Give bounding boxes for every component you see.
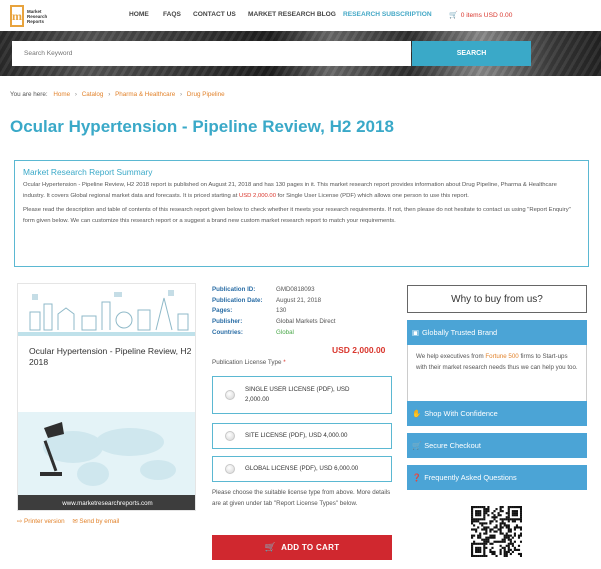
breadcrumb: You are here: Home › Catalog › Pharma & … bbox=[10, 91, 225, 98]
breadcrumb-catalog[interactable]: Catalog bbox=[82, 91, 104, 98]
cart-icon: 🛒 bbox=[264, 542, 277, 552]
license-option-label: SINGLE USER LICENSE (PDF), USD 2,000.00 bbox=[245, 386, 350, 403]
detail-row: Countries: Global bbox=[212, 329, 294, 337]
breadcrumb-prefix: You are here: bbox=[10, 91, 48, 98]
printer-version-link[interactable]: Printer version bbox=[24, 518, 65, 525]
cover-title: Ocular Hypertension - Pipeline Review, H… bbox=[29, 346, 192, 367]
detail-row: Publication Date: August 21, 2018 bbox=[212, 296, 322, 304]
detail-row: Publication ID: GMD0818093 bbox=[212, 285, 315, 293]
license-option-site[interactable]: SITE LICENSE (PDF), USD 4,000.00 bbox=[212, 423, 392, 449]
badge-icon: ▣ bbox=[412, 328, 419, 337]
summary-paragraph-1: Ocular Hypertension - Pipeline Review, H… bbox=[23, 182, 557, 199]
printer-icon: ⇨ bbox=[17, 518, 23, 525]
faq-tab[interactable]: ❓ Frequently Asked Questions bbox=[407, 465, 587, 490]
publication-details: Publication ID: GMD0818093 Publication Da… bbox=[212, 284, 336, 338]
cover-url: www.marketresearchreports.com bbox=[18, 495, 195, 510]
license-option-label: GLOBAL LICENSE (PDF), USD 6,000.00 bbox=[245, 465, 359, 472]
detail-row: Publisher: Global Markets Direct bbox=[212, 318, 336, 326]
report-summary: Market Research Report Summary Ocular Hy… bbox=[14, 160, 589, 267]
radio-button[interactable] bbox=[225, 431, 235, 441]
logo-text: Market Research Reports bbox=[27, 8, 48, 24]
globally-trusted-brand-content: We help executives from Fortune 500 firm… bbox=[407, 345, 587, 402]
nav-research-subscription[interactable]: RESEARCH SUBSCRIPTION bbox=[343, 11, 432, 18]
nav-faqs[interactable]: FAQS bbox=[163, 11, 181, 18]
license-option-label: SITE LICENSE (PDF), USD 4,000.00 bbox=[245, 432, 348, 439]
license-option-single[interactable]: SINGLE USER LICENSE (PDF), USD 2,000.00 bbox=[212, 376, 392, 414]
globally-trusted-brand-tab[interactable]: ▣ Globally Trusted Brand bbox=[407, 320, 587, 345]
cart-text: 0 items USD 0.00 bbox=[460, 12, 513, 19]
license-option-global[interactable]: GLOBAL LICENSE (PDF), USD 6,000.00 bbox=[212, 456, 392, 482]
thumbs-up-icon: ✋ bbox=[412, 409, 422, 418]
breadcrumb-home[interactable]: Home bbox=[53, 91, 70, 98]
top-navigation: m Market Research Reports HOME FAQS CONT… bbox=[0, 0, 601, 31]
cart-icon: 🛒 bbox=[412, 441, 422, 450]
image-divider bbox=[18, 332, 195, 336]
search-input[interactable] bbox=[12, 41, 411, 66]
detail-row: Pages: 130 bbox=[212, 307, 287, 315]
nav-market-research-blog[interactable]: MARKET RESEARCH BLOG bbox=[248, 11, 336, 18]
license-type-label: Publication License Type * bbox=[212, 359, 286, 366]
secure-checkout-tab[interactable]: 🛒 Secure Checkout bbox=[407, 433, 587, 458]
radio-button[interactable] bbox=[225, 390, 235, 400]
action-links: ⇨ Printer version ✉ Send by email bbox=[17, 518, 119, 525]
license-note: Please choose the suitable license type … bbox=[212, 489, 391, 507]
page: m Market Research Reports HOME FAQS CONT… bbox=[0, 0, 601, 569]
chevron-right-icon: › bbox=[108, 91, 111, 98]
report-cover-image: Ocular Hypertension - Pipeline Review, H… bbox=[17, 283, 196, 511]
site-logo[interactable]: m Market Research Reports bbox=[10, 3, 60, 29]
email-icon: ✉ bbox=[72, 518, 78, 525]
cart-summary[interactable]: 🛒 0 items USD 0.00 bbox=[449, 11, 512, 19]
nav-home[interactable]: HOME bbox=[129, 11, 149, 18]
qr-code bbox=[471, 506, 523, 558]
shop-with-confidence-tab[interactable]: ✋ Shop With Confidence bbox=[407, 401, 587, 426]
cart-icon: 🛒 bbox=[449, 12, 458, 19]
hero-banner: SEARCH bbox=[0, 31, 601, 76]
chevron-right-icon: › bbox=[74, 91, 77, 98]
report-price: USD 2,000.00 bbox=[332, 345, 386, 355]
logo-mark: m bbox=[10, 5, 24, 27]
add-to-cart-button[interactable]: 🛒 ADD TO CART bbox=[212, 535, 392, 560]
chevron-right-icon: › bbox=[180, 91, 183, 98]
send-by-email-link[interactable]: Send by email bbox=[79, 518, 119, 525]
why-buy-heading: Why to buy from us? bbox=[407, 285, 587, 313]
summary-heading: Market Research Report Summary bbox=[23, 167, 153, 177]
summary-price: USD 2,000.00 bbox=[238, 192, 276, 199]
page-title: Ocular Hypertension - Pipeline Review, H… bbox=[10, 117, 394, 136]
radio-button[interactable] bbox=[225, 464, 235, 474]
nav-contact-us[interactable]: CONTACT US bbox=[193, 11, 236, 18]
breadcrumb-pharma[interactable]: Pharma & Healthcare bbox=[115, 91, 175, 98]
breadcrumb-drug-pipeline[interactable]: Drug Pipeline bbox=[187, 91, 225, 98]
question-icon: ❓ bbox=[412, 473, 422, 482]
search-button[interactable]: SEARCH bbox=[412, 41, 531, 66]
summary-paragraph-2: Please read the description and table of… bbox=[23, 207, 571, 224]
